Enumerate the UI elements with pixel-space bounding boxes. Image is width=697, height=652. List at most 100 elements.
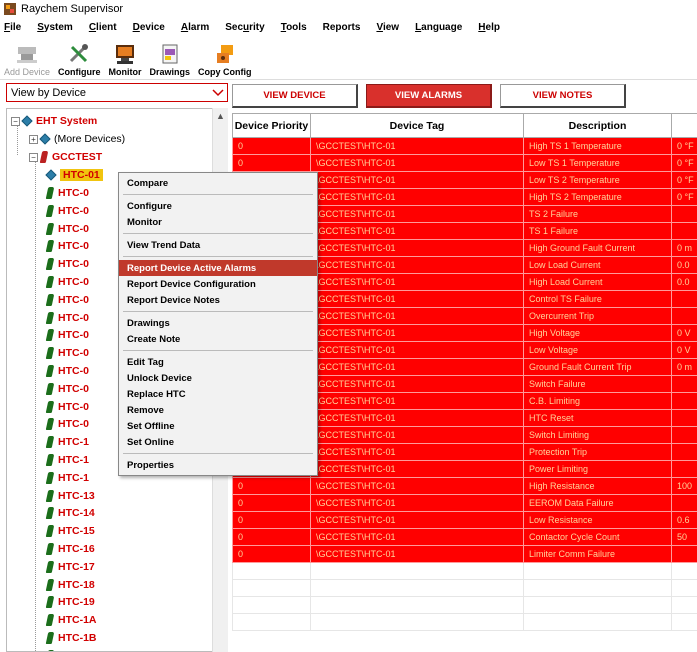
tree-node-device[interactable]: HTC-17 <box>45 559 95 575</box>
tree-node-device[interactable]: HTC-1B <box>45 630 97 646</box>
plug-icon <box>45 293 55 306</box>
drawings-button[interactable]: Drawings <box>150 35 190 79</box>
tree-node-device[interactable]: HTC-1C <box>45 648 97 651</box>
alarm-row[interactable]: 0 \GCCTEST\HTC-01 Low TS 1 Temperature 0 °F <box>232 154 697 172</box>
menu-item[interactable]: File <box>4 22 21 33</box>
context-menu-item[interactable]: Monitor <box>119 214 317 230</box>
alarm-cell-tag: \GCCTEST\HTC-01 <box>310 477 524 495</box>
menu-item[interactable]: Tools <box>281 22 307 33</box>
tree-node-device[interactable]: HTC-1 <box>45 452 89 468</box>
column-header[interactable]: Description <box>523 113 672 138</box>
alarm-cell-desc: High Load Current <box>523 273 672 291</box>
tree-node-device[interactable]: HTC-18 <box>45 577 95 593</box>
column-header[interactable]: Device Tag <box>310 113 524 138</box>
tree-node-selected[interactable]: HTC-01 <box>45 167 103 183</box>
empty-cell <box>310 596 524 614</box>
tree-node-device[interactable]: HTC-0 <box>45 381 89 397</box>
alarm-row[interactable]: 0 \GCCTEST\HTC-01 High TS 1 Temperature 0 °… <box>232 137 697 155</box>
tree-node-device[interactable]: HTC-19 <box>45 594 95 610</box>
context-menu-item[interactable]: Properties <box>119 457 317 473</box>
context-menu-item[interactable]: Drawings <box>119 315 317 331</box>
alarm-row[interactable]: 0 \GCCTEST\HTC-01 High Resistance 100 <box>232 477 697 495</box>
add-device-button[interactable]: Add Device <box>4 35 50 79</box>
tree-node-device[interactable]: HTC-13 <box>45 488 95 504</box>
alarm-cell-val <box>671 375 697 393</box>
context-menu-item[interactable]: Create Note <box>119 331 317 347</box>
tree-node-device[interactable]: HTC-0 <box>45 327 89 343</box>
tree-node-device[interactable]: HTC-16 <box>45 541 95 557</box>
column-header[interactable] <box>671 113 697 138</box>
monitor-button[interactable]: Monitor <box>109 35 142 79</box>
tree-node-eht-system[interactable]: − EHT System <box>11 113 97 129</box>
context-menu-item[interactable]: Report Device Configuration <box>119 276 317 292</box>
tree-node-gcctest[interactable]: − GCCTEST <box>29 149 102 165</box>
tree-node-device[interactable]: HTC-15 <box>45 523 95 539</box>
alarm-cell-val: 50 <box>671 528 697 546</box>
alarm-row[interactable]: 0 \GCCTEST\HTC-01 Low Resistance 0.6 <box>232 511 697 529</box>
column-header[interactable]: Device Priority <box>232 113 311 138</box>
context-menu-item[interactable]: View Trend Data <box>119 237 317 253</box>
tree-node-device[interactable]: HTC-0 <box>45 238 89 254</box>
menu-item[interactable]: Reports <box>323 22 361 33</box>
menu-item[interactable]: Language <box>415 22 462 33</box>
tree-node-device[interactable]: HTC-1A <box>45 612 97 628</box>
tree-node-device[interactable]: HTC-1 <box>45 434 89 450</box>
tree-node-device[interactable]: HTC-0 <box>45 274 89 290</box>
view-select-dropdown[interactable]: View by Device <box>6 83 228 102</box>
menu-item[interactable]: Client <box>89 22 117 33</box>
tree-node-device[interactable]: HTC-0 <box>45 221 89 237</box>
alarm-cell-val: 0 °F <box>671 137 697 155</box>
tab-view-device[interactable]: VIEW DEVICE <box>232 84 358 108</box>
scroll-up-icon[interactable]: ▲ <box>213 108 228 121</box>
chevron-down-icon[interactable] <box>209 84 227 101</box>
menu-item[interactable]: System <box>37 22 73 33</box>
menu-item[interactable]: Device <box>133 22 165 33</box>
tree-node-device[interactable]: HTC-0 <box>45 416 89 432</box>
tree-node-more-devices[interactable]: + (More Devices) <box>29 131 125 147</box>
menu-item[interactable]: Alarm <box>181 22 209 33</box>
alarm-row[interactable]: 0 \GCCTEST\HTC-01 Contactor Cycle Count 50 <box>232 528 697 546</box>
context-menu-item[interactable]: Unlock Device <box>119 370 317 386</box>
tree-node-device[interactable]: HTC-0 <box>45 203 89 219</box>
context-menu-item[interactable]: Compare <box>119 175 317 191</box>
context-menu-item[interactable]: Replace HTC <box>119 386 317 402</box>
alarm-cell-val <box>671 222 697 240</box>
tree-node-device[interactable]: HTC-0 <box>45 399 89 415</box>
plug-icon <box>45 204 55 217</box>
tree-node-device[interactable]: HTC-0 <box>45 185 89 201</box>
context-menu-item[interactable]: Report Device Notes <box>119 292 317 308</box>
alarm-row[interactable]: 0 \GCCTEST\HTC-01 EEROM Data Failure <box>232 494 697 512</box>
alarm-cell-desc: Low TS 2 Temperature <box>523 171 672 189</box>
copy-config-button[interactable]: Copy Config <box>198 35 252 79</box>
tree-node-device[interactable]: HTC-0 <box>45 345 89 361</box>
configure-button[interactable]: Configure <box>58 35 101 79</box>
alarm-row[interactable]: 0 \GCCTEST\HTC-01 Limiter Comm Failure <box>232 545 697 563</box>
alarm-cell-val: 0 m <box>671 358 697 376</box>
collapse-icon[interactable]: − <box>11 116 20 126</box>
tree-node-device[interactable]: HTC-1 <box>45 470 89 486</box>
context-menu-item[interactable]: Edit Tag <box>119 354 317 370</box>
context-menu-item[interactable]: Set Offline <box>119 418 317 434</box>
tree-node-device[interactable]: HTC-0 <box>45 363 89 379</box>
tab-view-alarms[interactable]: VIEW ALARMS <box>366 84 492 108</box>
tree-node-device[interactable]: HTC-0 <box>45 310 89 326</box>
alarm-cell-desc: HTC Reset <box>523 409 672 427</box>
tab-view-notes[interactable]: VIEW NOTES <box>500 84 626 108</box>
tree-node-device[interactable]: HTC-0 <box>45 256 89 272</box>
alarm-cell-tag: \GCCTEST\HTC-01 <box>310 545 524 563</box>
alarm-cell-priority: 0 <box>232 137 311 155</box>
context-menu-item[interactable]: Report Device Active Alarms <box>119 260 317 276</box>
context-menu-item[interactable]: Configure <box>119 198 317 214</box>
plug-icon <box>45 240 55 253</box>
tree-node-device[interactable]: HTC-0 <box>45 292 89 308</box>
context-menu-item[interactable]: Set Online <box>119 434 317 450</box>
collapse-icon[interactable]: − <box>29 152 38 162</box>
menu-item[interactable]: Help <box>478 22 500 33</box>
copy-config-icon <box>213 43 237 65</box>
empty-cell <box>310 613 524 631</box>
context-menu-item[interactable]: Remove <box>119 402 317 418</box>
expand-icon[interactable]: + <box>29 134 38 144</box>
menu-item[interactable]: Security <box>225 22 264 33</box>
menu-item[interactable]: View <box>376 22 399 33</box>
tree-node-device[interactable]: HTC-14 <box>45 505 95 521</box>
